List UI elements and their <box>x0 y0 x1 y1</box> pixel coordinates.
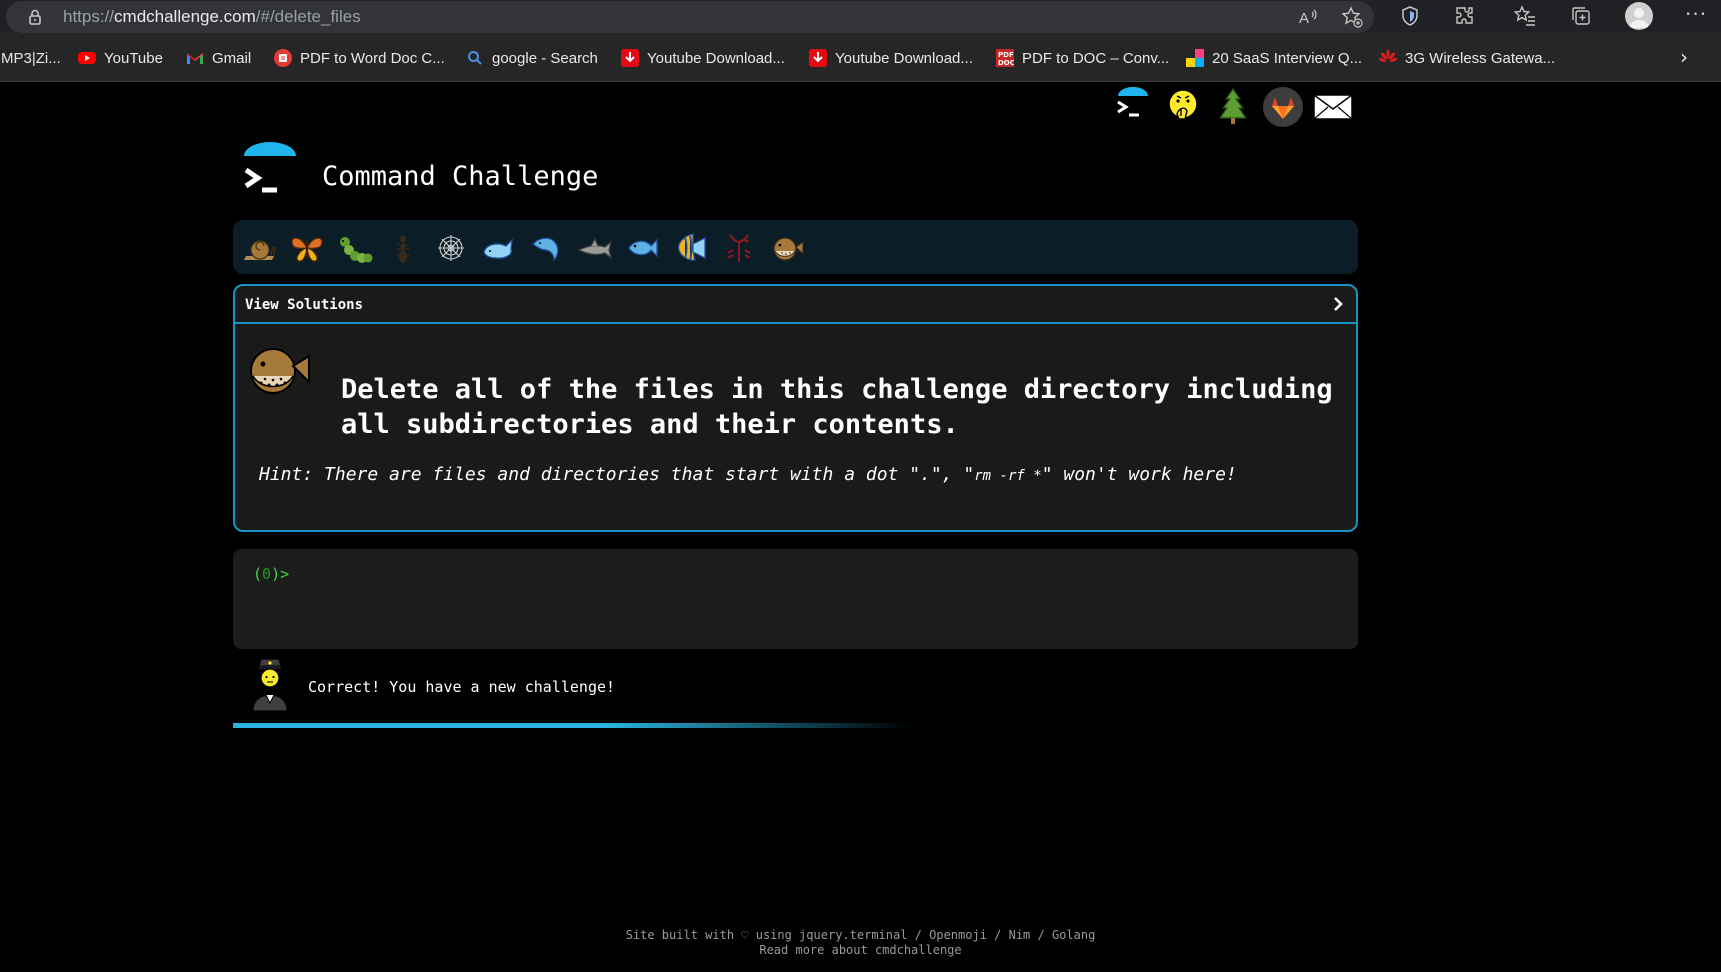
level-bar <box>233 220 1358 274</box>
shield-icon[interactable] <box>1398 4 1422 28</box>
terminal-input[interactable]: (0)> <box>233 549 1358 649</box>
footer-credits: Site built with ♡ using jquery.terminal … <box>625 928 1096 942</box>
challenge-task: Delete all of the files in this challeng… <box>341 374 1333 440</box>
progress-bar <box>233 723 913 728</box>
bookmark-label: Gmail <box>212 49 252 67</box>
fish-icon[interactable] <box>625 230 661 266</box>
footer: Site built with ♡ using jquery.terminal … <box>0 928 1721 958</box>
download-icon <box>621 49 639 67</box>
footer-about-link[interactable]: Read more about cmdchallenge <box>0 943 1721 958</box>
bookmark-pdf-to-doc[interactable]: PDF DOC PDF to DOC – Conv... <box>996 48 1169 68</box>
challenge-hint: Hint: There are files and directories th… <box>259 464 1237 485</box>
bookmark-mp3[interactable]: MP3|Zi... <box>1 48 61 68</box>
gitlab-icon[interactable] <box>1262 86 1304 128</box>
more-menu-icon[interactable]: ··· <box>1685 2 1707 26</box>
lock-icon[interactable] <box>26 8 44 26</box>
logo-icon <box>242 142 298 204</box>
bookmark-youtube-download-2[interactable]: Youtube Download... <box>809 48 973 68</box>
extensions-icon[interactable] <box>1453 4 1477 28</box>
search-icon <box>466 49 484 67</box>
svg-text:DOC: DOC <box>998 59 1014 67</box>
saas-icon <box>1186 49 1204 67</box>
bookmark-label: PDF to Word Doc C... <box>300 49 445 67</box>
view-solutions-label: View Solutions <box>245 297 364 313</box>
butterfly-icon[interactable] <box>289 230 325 266</box>
challenge-panel: View Solutions Delete all of the files i… <box>233 284 1358 532</box>
youtube-icon <box>78 49 96 67</box>
bookmark-label: 20 SaaS Interview Q... <box>1212 49 1363 67</box>
bookmark-youtube[interactable]: YouTube <box>78 48 163 68</box>
bookmark-saas-interview[interactable]: 20 SaaS Interview Q... <box>1186 48 1362 68</box>
status-message: Correct! You have a new challenge! <box>308 678 616 696</box>
bookmark-3g-gateway[interactable]: 3G Wireless Gatewa... <box>1378 48 1556 68</box>
read-aloud-icon[interactable]: A <box>1296 5 1320 29</box>
scorpion-icon[interactable] <box>721 230 757 266</box>
evergreen-tree-icon[interactable] <box>1212 86 1254 128</box>
bookmark-label: Youtube Download... <box>835 49 973 67</box>
blowfish-icon <box>243 338 313 400</box>
pdf-icon <box>274 49 292 67</box>
terminal-prompt: (0)> <box>253 565 290 583</box>
shark-icon[interactable] <box>577 230 613 266</box>
terminal-umbrella-icon[interactable] <box>1112 86 1154 128</box>
bookmark-label: YouTube <box>104 49 163 67</box>
dolphin-icon[interactable] <box>529 230 565 266</box>
profile-avatar-icon[interactable] <box>1625 2 1653 30</box>
bookmark-label: MP3|Zi... <box>1 49 61 67</box>
bookmark-label: google - Search <box>492 49 598 67</box>
favorite-add-icon[interactable] <box>1340 5 1364 29</box>
favorites-icon[interactable] <box>1513 4 1537 28</box>
bookmarks-bar: MP3|Zi... YouTube Gmail PDF to Word Doc … <box>0 33 1721 82</box>
bookmark-label: PDF to DOC – Conv... <box>1022 49 1170 67</box>
pdf-doc-icon: PDF DOC <box>996 49 1015 67</box>
caterpillar-icon[interactable] <box>337 230 373 266</box>
bookmark-youtube-download-1[interactable]: Youtube Download... <box>621 48 785 68</box>
chevron-right-icon[interactable]: › <box>1680 45 1688 69</box>
whale-icon[interactable] <box>481 230 517 266</box>
spider-web-icon[interactable] <box>433 230 469 266</box>
envelope-icon[interactable] <box>1312 86 1354 128</box>
bookmark-pdf-to-word[interactable]: PDF to Word Doc C... <box>274 48 445 68</box>
ant-icon[interactable] <box>385 230 421 266</box>
gmail-icon <box>186 49 204 67</box>
tropical-fish-icon[interactable] <box>673 230 709 266</box>
collections-icon[interactable] <box>1569 4 1593 28</box>
chevron-right-icon[interactable] <box>1330 294 1346 314</box>
svg-text:A: A <box>1299 10 1309 27</box>
url-text[interactable]: https://cmdchallenge.com/#/delete_files <box>63 7 361 27</box>
view-solutions-toggle[interactable]: View Solutions <box>235 286 1356 324</box>
blowfish-icon[interactable] <box>769 230 805 266</box>
police-officer-icon <box>250 656 290 712</box>
shushing-face-icon[interactable] <box>1162 86 1204 128</box>
page-title: Command Challenge <box>322 161 599 192</box>
bookmark-google-search[interactable]: google - Search <box>466 48 598 68</box>
download-icon <box>809 49 827 67</box>
huawei-icon <box>1378 49 1398 67</box>
svg-text:PDF: PDF <box>998 51 1014 59</box>
bookmark-label: Youtube Download... <box>647 49 785 67</box>
browser-toolbar: https://cmdchallenge.com/#/delete_files … <box>0 0 1721 33</box>
snail-icon[interactable] <box>241 230 277 266</box>
address-bar[interactable]: https://cmdchallenge.com/#/delete_files … <box>6 1 1374 33</box>
bookmark-label: 3G Wireless Gatewa... <box>1405 49 1556 67</box>
bookmark-gmail[interactable]: Gmail <box>186 48 251 68</box>
